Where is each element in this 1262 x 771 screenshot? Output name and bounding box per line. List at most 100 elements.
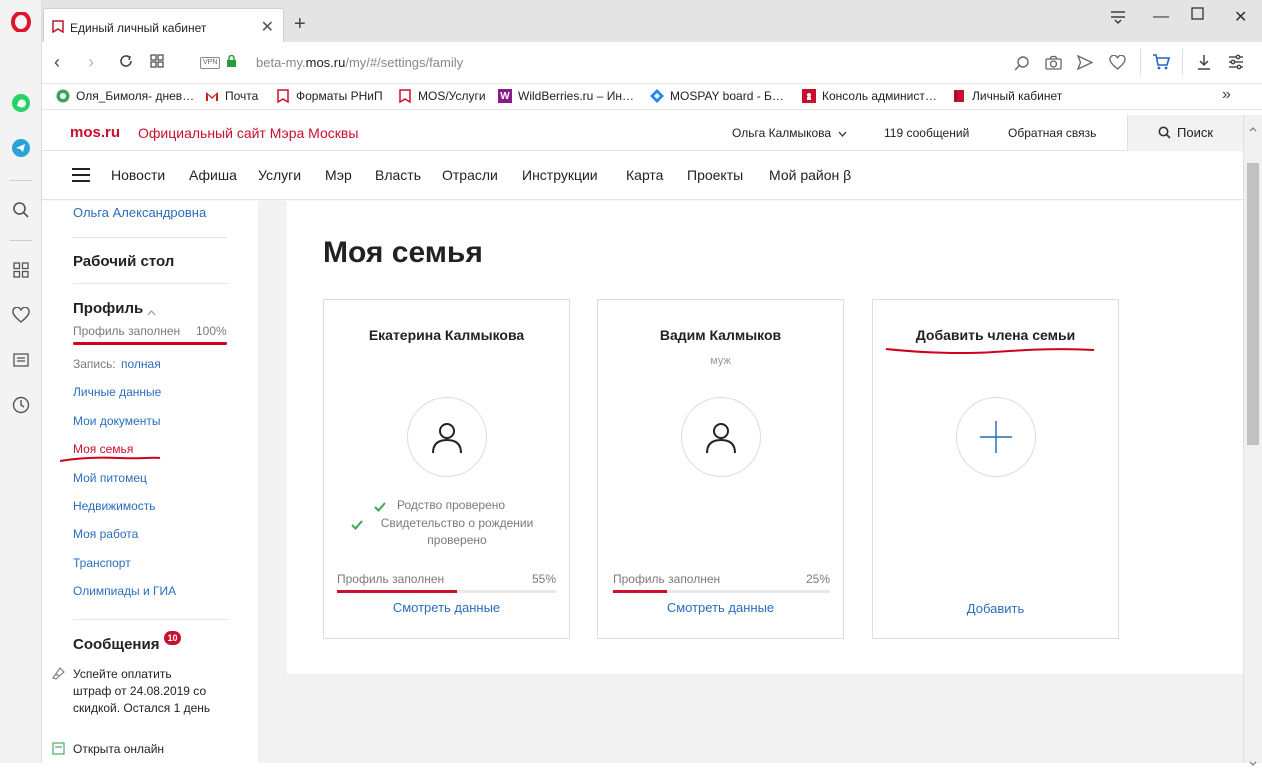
- tab-strip: Единый личный кабинет ✕ + — ✕: [42, 0, 1262, 42]
- add-member-link[interactable]: Добавить: [873, 601, 1118, 616]
- view-data-link[interactable]: Смотреть данные: [598, 600, 843, 615]
- desktop-link[interactable]: Рабочий стол: [73, 253, 174, 270]
- camera-icon[interactable]: [1045, 55, 1062, 75]
- member-name: Екатерина Калмыкова: [368, 327, 525, 343]
- whatsapp-icon[interactable]: [11, 93, 31, 113]
- download-icon[interactable]: [1197, 54, 1211, 75]
- nav-item[interactable]: Проекты: [687, 167, 743, 183]
- bookmark-item[interactable]: Консоль админист…: [802, 89, 937, 103]
- site-tagline[interactable]: Официальный сайт Мэра Москвы: [138, 125, 358, 141]
- sidebar-link-work[interactable]: Моя работа: [73, 527, 138, 541]
- family-member-card[interactable]: Екатерина Калмыкова Родство проверено Св…: [323, 299, 570, 639]
- close-window-icon[interactable]: ✕: [1234, 7, 1247, 27]
- scroll-down-icon[interactable]: [1249, 753, 1257, 771]
- hamburger-menu-icon[interactable]: [72, 168, 90, 187]
- messages-badge: 10: [164, 631, 181, 645]
- feedback-link[interactable]: Обратная связь: [1008, 126, 1096, 140]
- record-value[interactable]: полная: [121, 357, 161, 371]
- bookmark-item[interactable]: MOSPAY board - Б…: [650, 89, 784, 103]
- search-page-icon[interactable]: [1014, 55, 1030, 76]
- nav-item[interactable]: Мой район β: [769, 167, 851, 183]
- progress-bar: [613, 590, 830, 593]
- sidebar-link-realty[interactable]: Недвижимость: [73, 499, 156, 513]
- speed-dial-icon[interactable]: [11, 260, 31, 280]
- avatar: [407, 397, 487, 477]
- maximize-icon[interactable]: [1191, 7, 1204, 25]
- family-member-card[interactable]: Вадим Калмыков муж Профиль заполнен 25% …: [597, 299, 844, 639]
- send-icon[interactable]: [1076, 54, 1094, 75]
- nav-item[interactable]: Карта: [626, 167, 663, 183]
- nav-item[interactable]: Мэр: [325, 167, 352, 183]
- bookmarks-bar: Оля_Бимоля- днев… Почта Форматы РНиП MOS…: [42, 84, 1262, 110]
- tabs-grid-icon[interactable]: [150, 54, 164, 73]
- education-icon: [51, 741, 66, 761]
- bookmark-item[interactable]: W WildBerries.ru – Ин…: [498, 89, 634, 103]
- add-member-button[interactable]: [956, 397, 1036, 477]
- site-header: mos.ru Официальный сайт Мэра Москвы Ольг…: [42, 115, 1243, 151]
- message-item[interactable]: Успейте оплатить штраф от 24.08.2019 со …: [73, 666, 213, 717]
- forward-icon[interactable]: ›: [88, 52, 94, 73]
- nav-item[interactable]: Новости: [111, 167, 165, 183]
- heart-icon[interactable]: [11, 305, 31, 325]
- reload-icon[interactable]: [118, 53, 134, 74]
- sidebar-link-transport[interactable]: Транспорт: [73, 556, 131, 570]
- bookmark-item[interactable]: MOS/Услуги: [398, 89, 486, 103]
- scroll-thumb[interactable]: [1247, 163, 1259, 445]
- address-bar-row: ‹ › VPN beta-my.mos.ru/my/#/settings/fam…: [42, 42, 1262, 84]
- nav-item[interactable]: Отрасли: [442, 167, 498, 183]
- nav-item[interactable]: Власть: [375, 167, 421, 183]
- news-icon[interactable]: [11, 350, 31, 370]
- nav-item[interactable]: Афиша: [189, 167, 237, 183]
- profile-title[interactable]: Профиль: [73, 300, 143, 317]
- bookmark-item[interactable]: Оля_Бимоля- днев…: [56, 89, 194, 103]
- member-name: Вадим Калмыков: [659, 327, 782, 343]
- message-item[interactable]: Открыта онлайн: [73, 742, 164, 756]
- tab-menu-icon[interactable]: [1110, 10, 1126, 29]
- bookmark-item[interactable]: Почта: [205, 89, 258, 103]
- user-menu[interactable]: Ольга Калмыкова: [732, 126, 847, 140]
- sidebar-link-personal-data[interactable]: Личные данные: [73, 385, 161, 399]
- close-tab-icon[interactable]: ✕: [261, 17, 274, 37]
- bookmark-label: MOSPAY board - Б…: [670, 89, 784, 103]
- search-button[interactable]: Поиск: [1127, 115, 1243, 151]
- bookmark-item[interactable]: Личный кабинет: [952, 89, 1062, 103]
- cart-icon[interactable]: [1152, 54, 1171, 75]
- messages-link[interactable]: 119 сообщений: [884, 126, 969, 140]
- bookmark-item[interactable]: Форматы РНиП: [276, 89, 383, 103]
- vpn-badge[interactable]: VPN: [200, 57, 221, 69]
- telegram-icon[interactable]: [11, 138, 31, 158]
- progress-fill: [337, 590, 458, 593]
- sidebar-link-olympiads[interactable]: Олимпиады и ГИА: [73, 584, 176, 598]
- user-patronymic[interactable]: Ольга Александровна: [73, 205, 206, 220]
- bookmark-label: Почта: [225, 89, 259, 103]
- site-logo[interactable]: mos.ru: [70, 124, 120, 141]
- chevron-up-icon[interactable]: [147, 303, 156, 321]
- url-path: /my/#/settings/family: [345, 55, 464, 70]
- view-data-link[interactable]: Смотреть данные: [324, 600, 569, 615]
- profile-filled-label: Профиль заполнен: [73, 324, 181, 338]
- scroll-up-icon[interactable]: [1249, 119, 1257, 137]
- divider: [73, 237, 227, 238]
- sidebar-link-pet[interactable]: Мой питомец: [73, 471, 147, 485]
- new-tab-icon[interactable]: +: [294, 14, 306, 34]
- easy-setup-icon[interactable]: [1228, 54, 1244, 75]
- nav-item[interactable]: Услуги: [258, 167, 301, 183]
- sidebar-link-documents[interactable]: Мои документы: [73, 414, 160, 428]
- back-icon[interactable]: ‹: [54, 52, 60, 73]
- progress-bar: [337, 590, 556, 593]
- bookmark-label: Форматы РНиП: [296, 89, 383, 103]
- add-family-member-card[interactable]: Добавить члена семьи Добавить: [872, 299, 1119, 639]
- bookmarks-more-icon[interactable]: »: [1222, 86, 1231, 104]
- tab-active[interactable]: Единый личный кабинет ✕: [43, 8, 284, 42]
- page-scrollbar[interactable]: [1243, 115, 1262, 766]
- opera-logo-icon[interactable]: [11, 12, 31, 32]
- annotation-underline: [59, 456, 161, 462]
- record-label: Запись:: [73, 357, 116, 371]
- history-icon[interactable]: [11, 395, 31, 415]
- nav-item[interactable]: Инструкции: [522, 167, 598, 183]
- url-field[interactable]: beta-my.mos.ru/my/#/settings/family: [256, 55, 463, 70]
- favorite-heart-icon[interactable]: [1109, 54, 1126, 75]
- search-icon[interactable]: [11, 200, 31, 220]
- messages-title[interactable]: Сообщения: [73, 636, 159, 653]
- minimize-icon[interactable]: —: [1153, 8, 1169, 26]
